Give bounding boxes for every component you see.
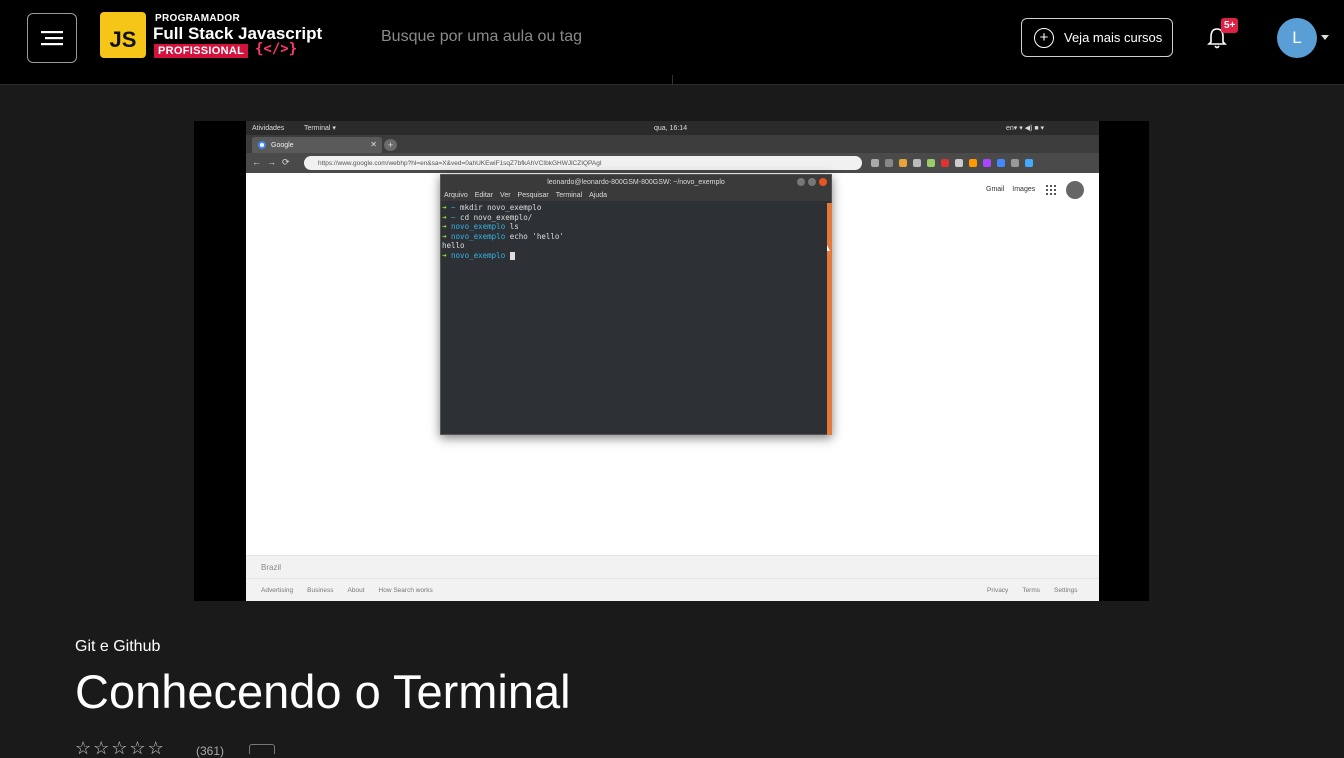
terminal-line: ➜ novo_exemplo echo 'hello' (442, 231, 564, 241)
footer-link: Settings (1054, 587, 1078, 594)
divider (672, 75, 673, 85)
course-name[interactable]: Git e Github (75, 638, 160, 656)
terminal-cursor (509, 251, 515, 260)
terminal-window: leonardo@leonardo-800GSM-800GSW: ~/novo_… (440, 174, 832, 435)
rating-stars[interactable]: ☆ ☆ ☆ ☆ ☆ (75, 739, 164, 757)
logo-code-brace: {</>} (255, 41, 298, 57)
logo-subtitle: PROGRAMADOR (155, 13, 240, 24)
close-icon: ✕ (370, 140, 377, 149)
site-logo[interactable]: JS PROGRAMADOR Full Stack Javascript PRO… (100, 12, 340, 60)
terminal-menu-item: Arquivo (444, 191, 468, 199)
apps-grid-icon (1046, 185, 1056, 195)
video-frame: Atividades Terminal ▾ qua, 16:14 en▾ ▾ ◀… (246, 121, 1099, 601)
terminal-menu-item: Editar (474, 191, 494, 199)
rating-count: (361) (196, 744, 225, 758)
terminal-menu-item: Terminal (555, 191, 583, 199)
terminal-menu-item: Pesquisar (517, 191, 549, 199)
footer-link: Advertising (261, 587, 294, 594)
close-icon (819, 178, 827, 186)
star-icon[interactable]: ☆ (148, 739, 164, 757)
mouse-pointer-icon (827, 245, 830, 251)
footer-link: How Search works (378, 587, 433, 594)
ubuntu-tray: en▾ ▾ ◀) ■ ▾ (1006, 125, 1045, 132)
more-courses-button[interactable]: + Veja mais cursos (1021, 18, 1173, 57)
lesson-title: Conhecendo o Terminal (75, 665, 571, 718)
terminal-menu-item: Ajuda (589, 191, 608, 199)
maximize-icon (808, 178, 816, 186)
footer-link: Business (307, 587, 334, 594)
more-courses-label: Veja mais cursos (1064, 30, 1163, 45)
terminal-output: ➜ ~ mkdir novo_exemplo ➜ ~ cd novo_exemp… (442, 203, 826, 261)
browser-url: https://www.google.com/webhp?hl=en&sa=X&… (304, 156, 862, 170)
ubuntu-top-bar: Atividades Terminal ▾ qua, 16:14 en▾ ▾ ◀… (246, 121, 1099, 135)
browser-nav-icons: ←→⟳ (252, 157, 296, 167)
ubuntu-activities: Atividades (252, 124, 285, 132)
terminal-line: ➜ ~ mkdir novo_exemplo (442, 203, 542, 212)
new-tab-icon: + (384, 139, 397, 151)
ubuntu-app-menu: Terminal ▾ (304, 125, 336, 132)
notifications-badge: 5+ (1221, 18, 1239, 33)
browser-tab-bar: Google ✕ + (246, 135, 1099, 153)
terminal-scrollbar (827, 203, 832, 435)
browser-extension-icons (871, 159, 1033, 167)
user-avatar[interactable]: L (1277, 18, 1317, 58)
plus-circle-icon: + (1034, 27, 1054, 48)
google-footer-country: Brazil (246, 555, 1099, 578)
star-icon[interactable]: ☆ (129, 739, 145, 757)
star-icon[interactable]: ☆ (111, 739, 127, 757)
terminal-line: ➜ novo_exemplo ls (442, 222, 519, 232)
footer-link: About (347, 587, 365, 594)
google-link-images: Images (1012, 186, 1036, 193)
google-top-links: Gmail Images (986, 186, 1035, 193)
google-favicon-icon (258, 141, 266, 149)
minimize-icon (797, 178, 805, 186)
terminal-menu: Arquivo Editar Ver Pesquisar Terminal Aj… (441, 189, 831, 201)
logo-pro-label: PROFISSIONAL (154, 44, 249, 58)
menu-button[interactable] (27, 13, 77, 63)
terminal-line: hello (442, 241, 465, 251)
google-link-gmail: Gmail (986, 186, 1005, 193)
browser-tab-title: Google (271, 141, 294, 149)
footer-link: Terms (1022, 587, 1041, 594)
star-icon[interactable]: ☆ (75, 739, 91, 757)
ubuntu-clock: qua, 16:14 (654, 124, 688, 132)
lesson-action-button[interactable] (249, 744, 275, 754)
browser-tab: Google ✕ (252, 137, 382, 153)
terminal-line: ➜ ~ cd novo_exemplo/ (442, 212, 533, 222)
star-icon[interactable]: ☆ (93, 739, 109, 757)
terminal-title: leonardo@leonardo-800GSM-800GSW: ~/novo_… (441, 175, 831, 189)
browser-address-bar: ←→⟳ https://www.google.com/webhp?hl=en&s… (246, 153, 1099, 173)
logo-js-badge: JS (100, 12, 146, 58)
chevron-down-icon[interactable] (1321, 35, 1329, 40)
terminal-window-controls (797, 178, 827, 186)
top-navbar: JS PROGRAMADOR Full Stack Javascript PRO… (0, 0, 1344, 85)
footer-link: Privacy (987, 587, 1009, 594)
google-footer-links: Advertising Business About How Search wo… (246, 578, 1099, 601)
search-input[interactable]: Busque por uma aula ou tag (381, 28, 582, 46)
google-avatar (1066, 181, 1084, 199)
terminal-menu-item: Ver (500, 191, 511, 199)
hamburger-menu-icon (41, 31, 63, 46)
terminal-line: ➜ novo_exemplo (442, 251, 826, 261)
